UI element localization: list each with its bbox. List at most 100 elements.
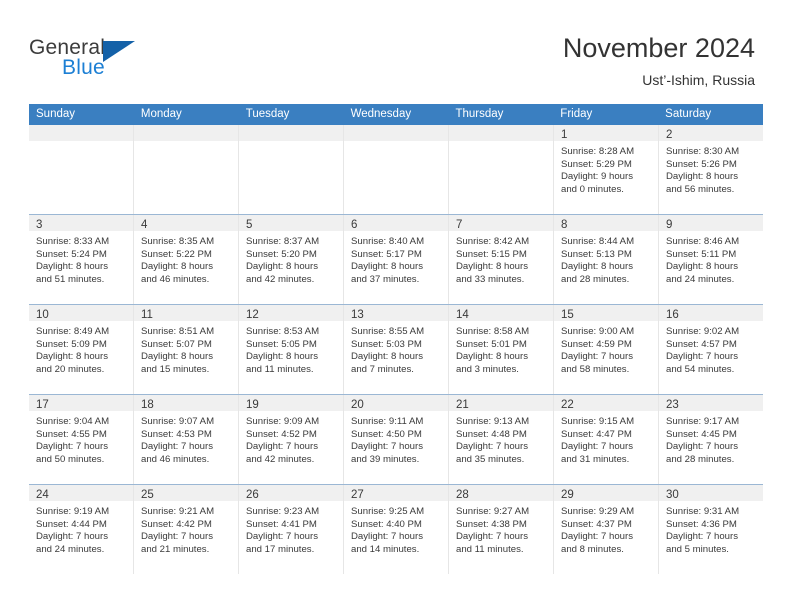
day-number: 6: [351, 219, 358, 231]
sunrise-text: Sunrise: 8:40 AM: [351, 236, 425, 247]
day-number: 3: [36, 219, 43, 231]
calendar-day-cell[interactable]: 22 Sunrise: 9:15 AM Sunset: 4:47 PM Dayligh…: [554, 395, 659, 484]
sunset-text: Sunset: 4:45 PM: [666, 428, 737, 440]
calendar-day-cell[interactable]: 20 Sunrise: 9:11 AM Sunset: 4:50 PM Dayligh…: [344, 395, 449, 484]
day-details: Sunrise: 8:51 AM Sunset: 5:07 PM Daylight:…: [134, 321, 238, 376]
day-number-bar: 9: [659, 215, 763, 231]
calendar-day-cell[interactable]: 15 Sunrise: 9:00 AM Sunset: 4:59 PM Dayligh…: [554, 305, 659, 394]
daylight-text-line2: and 39 minutes.: [351, 453, 420, 465]
sunrise-text: Sunrise: 9:29 AM: [561, 506, 635, 517]
daylight-text-line1: Daylight: 7 hours: [456, 441, 528, 453]
sunset-text: Sunset: 5:13 PM: [561, 248, 632, 260]
daylight-text-line2: and 8 minutes.: [561, 543, 624, 555]
daylight-text-line2: and 7 minutes.: [351, 363, 414, 375]
calendar-day-cell[interactable]: 3 Sunrise: 8:33 AM Sunset: 5:24 PM Daylight…: [29, 215, 134, 304]
calendar-day-cell[interactable]: 25 Sunrise: 9:21 AM Sunset: 4:42 PM Dayligh…: [134, 485, 239, 574]
daylight-text-line1: Daylight: 8 hours: [561, 261, 633, 273]
calendar-day-cell[interactable]: 13 Sunrise: 8:55 AM Sunset: 5:03 PM Dayligh…: [344, 305, 449, 394]
day-number: 7: [456, 219, 463, 231]
calendar-day-cell-empty: [134, 125, 239, 214]
calendar-week-row: 1 Sunrise: 8:28 AM Sunset: 5:29 PM Daylight…: [29, 125, 763, 214]
daylight-text-line2: and 5 minutes.: [666, 543, 729, 555]
calendar-day-cell[interactable]: 5 Sunrise: 8:37 AM Sunset: 5:20 PM Daylight…: [239, 215, 344, 304]
day-details: Sunrise: 9:21 AM Sunset: 4:42 PM Daylight:…: [134, 501, 238, 556]
day-number-bar: 17: [29, 395, 133, 411]
daylight-text-line1: Daylight: 8 hours: [141, 261, 213, 273]
sunrise-text: Sunrise: 9:04 AM: [36, 416, 110, 427]
daylight-text-line1: Daylight: 8 hours: [666, 171, 738, 183]
calendar-day-cell[interactable]: 9 Sunrise: 8:46 AM Sunset: 5:11 PM Daylight…: [659, 215, 763, 304]
general-blue-logo[interactable]: General Blue: [29, 36, 209, 88]
daylight-text-line1: Daylight: 7 hours: [141, 441, 213, 453]
day-number: 1: [561, 129, 568, 141]
sunset-text: Sunset: 5:20 PM: [246, 248, 317, 260]
day-number: 30: [666, 489, 679, 501]
calendar-day-cell[interactable]: 10 Sunrise: 8:49 AM Sunset: 5:09 PM Dayligh…: [29, 305, 134, 394]
calendar-day-cell[interactable]: 28 Sunrise: 9:27 AM Sunset: 4:38 PM Dayligh…: [449, 485, 554, 574]
calendar-day-cell[interactable]: 2 Sunrise: 8:30 AM Sunset: 5:26 PM Daylight…: [659, 125, 763, 214]
day-number-bar: 5: [239, 215, 343, 231]
sunset-text: Sunset: 4:59 PM: [561, 338, 632, 350]
day-number: 18: [141, 399, 154, 411]
calendar-day-cell[interactable]: 12 Sunrise: 8:53 AM Sunset: 5:05 PM Dayligh…: [239, 305, 344, 394]
calendar-day-cell[interactable]: 16 Sunrise: 9:02 AM Sunset: 4:57 PM Dayligh…: [659, 305, 763, 394]
calendar-day-cell[interactable]: 7 Sunrise: 8:42 AM Sunset: 5:15 PM Daylight…: [449, 215, 554, 304]
day-details: Sunrise: 8:28 AM Sunset: 5:29 PM Daylight:…: [554, 141, 658, 196]
day-number-bar: 8: [554, 215, 658, 231]
day-details: Sunrise: 9:13 AM Sunset: 4:48 PM Daylight:…: [449, 411, 553, 466]
sunset-text: Sunset: 5:29 PM: [561, 158, 632, 170]
calendar-day-cell[interactable]: 17 Sunrise: 9:04 AM Sunset: 4:55 PM Dayligh…: [29, 395, 134, 484]
calendar-day-cell[interactable]: 30 Sunrise: 9:31 AM Sunset: 4:36 PM Dayligh…: [659, 485, 763, 574]
daylight-text-line2: and 3 minutes.: [456, 363, 519, 375]
calendar-day-cell[interactable]: 24 Sunrise: 9:19 AM Sunset: 4:44 PM Dayligh…: [29, 485, 134, 574]
day-details: Sunrise: 9:31 AM Sunset: 4:36 PM Daylight:…: [659, 501, 763, 556]
daylight-text-line1: Daylight: 7 hours: [561, 351, 633, 363]
day-number: 25: [141, 489, 154, 501]
calendar-day-cell[interactable]: 14 Sunrise: 8:58 AM Sunset: 5:01 PM Dayligh…: [449, 305, 554, 394]
day-number-bar: [134, 125, 238, 141]
calendar-day-cell[interactable]: 8 Sunrise: 8:44 AM Sunset: 5:13 PM Daylight…: [554, 215, 659, 304]
sunset-text: Sunset: 5:07 PM: [141, 338, 212, 350]
triangle-icon: [103, 41, 135, 62]
day-details: Sunrise: 8:55 AM Sunset: 5:03 PM Daylight:…: [344, 321, 448, 376]
calendar-day-cell[interactable]: 11 Sunrise: 8:51 AM Sunset: 5:07 PM Dayligh…: [134, 305, 239, 394]
calendar-day-cell[interactable]: 18 Sunrise: 9:07 AM Sunset: 4:53 PM Dayligh…: [134, 395, 239, 484]
calendar-day-cell[interactable]: 29 Sunrise: 9:29 AM Sunset: 4:37 PM Dayligh…: [554, 485, 659, 574]
calendar-page: General Blue November 2024 Ust’-Ishim, R…: [0, 0, 792, 612]
calendar-weeks: 1 Sunrise: 8:28 AM Sunset: 5:29 PM Daylight…: [29, 125, 763, 574]
calendar-day-cell[interactable]: 27 Sunrise: 9:25 AM Sunset: 4:40 PM Dayligh…: [344, 485, 449, 574]
calendar-day-cell[interactable]: 21 Sunrise: 9:13 AM Sunset: 4:48 PM Dayligh…: [449, 395, 554, 484]
calendar-day-cell[interactable]: 6 Sunrise: 8:40 AM Sunset: 5:17 PM Daylight…: [344, 215, 449, 304]
weekday-header-thursday: Thursday: [455, 108, 504, 120]
daylight-text-line2: and 20 minutes.: [36, 363, 105, 375]
day-number-bar: 18: [134, 395, 238, 411]
calendar-day-cell[interactable]: 4 Sunrise: 8:35 AM Sunset: 5:22 PM Daylight…: [134, 215, 239, 304]
day-details: Sunrise: 8:42 AM Sunset: 5:15 PM Daylight:…: [449, 231, 553, 286]
calendar-day-cell[interactable]: 23 Sunrise: 9:17 AM Sunset: 4:45 PM Dayligh…: [659, 395, 763, 484]
calendar-day-cell[interactable]: 26 Sunrise: 9:23 AM Sunset: 4:41 PM Dayligh…: [239, 485, 344, 574]
page-header: General Blue November 2024 Ust’-Ishim, R…: [0, 0, 792, 100]
day-number-bar: 11: [134, 305, 238, 321]
sunset-text: Sunset: 4:55 PM: [36, 428, 107, 440]
calendar-day-cell[interactable]: 1 Sunrise: 8:28 AM Sunset: 5:29 PM Daylight…: [554, 125, 659, 214]
day-details: [344, 141, 448, 146]
day-details: [239, 141, 343, 146]
day-number-bar: 28: [449, 485, 553, 501]
calendar-week-row: 24 Sunrise: 9:19 AM Sunset: 4:44 PM Dayligh…: [29, 484, 763, 574]
sunrise-text: Sunrise: 8:42 AM: [456, 236, 530, 247]
calendar-day-cell[interactable]: 19 Sunrise: 9:09 AM Sunset: 4:52 PM Dayligh…: [239, 395, 344, 484]
sunrise-text: Sunrise: 8:58 AM: [456, 326, 530, 337]
sunset-text: Sunset: 5:24 PM: [36, 248, 107, 260]
sunset-text: Sunset: 4:57 PM: [666, 338, 737, 350]
day-number: 5: [246, 219, 253, 231]
sunrise-text: Sunrise: 8:55 AM: [351, 326, 425, 337]
logo-text-blue: Blue: [62, 56, 105, 79]
daylight-text-line1: Daylight: 7 hours: [36, 531, 108, 543]
day-number-bar: 23: [659, 395, 763, 411]
sunrise-text: Sunrise: 9:21 AM: [141, 506, 215, 517]
day-details: Sunrise: 8:44 AM Sunset: 5:13 PM Daylight:…: [554, 231, 658, 286]
sunset-text: Sunset: 4:42 PM: [141, 518, 212, 530]
day-details: Sunrise: 9:11 AM Sunset: 4:50 PM Daylight:…: [344, 411, 448, 466]
sunrise-text: Sunrise: 8:51 AM: [141, 326, 215, 337]
sunset-text: Sunset: 5:01 PM: [456, 338, 527, 350]
